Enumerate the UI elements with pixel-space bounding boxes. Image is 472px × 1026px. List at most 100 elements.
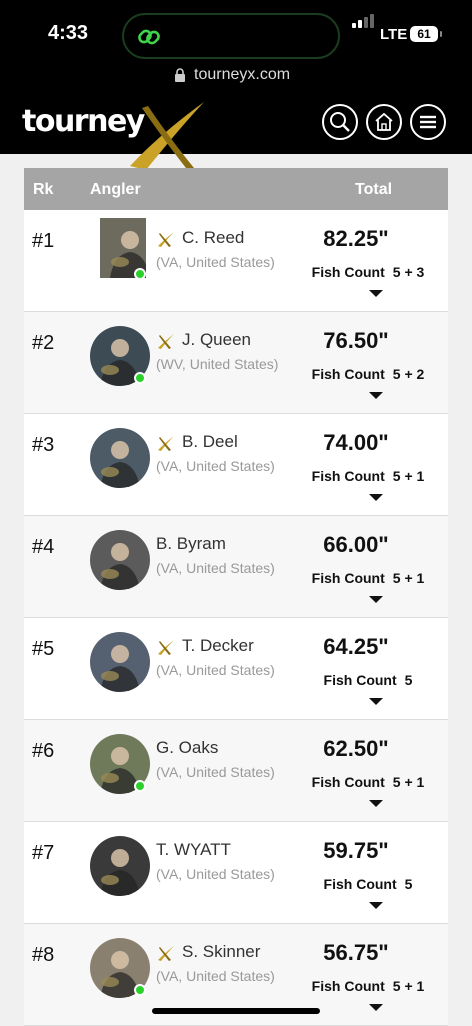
column-total: Total (355, 181, 393, 198)
angler-name[interactable]: G. Oaks (156, 738, 218, 758)
tourneyx-pro-icon (158, 232, 174, 247)
browser-url-bar[interactable]: tourneyx.com (0, 62, 472, 90)
fish-count-label: Fish Count (311, 570, 385, 586)
expand-caret-icon[interactable] (369, 1004, 383, 1011)
fish-count-value: 5 (404, 876, 413, 892)
rank-label: #2 (32, 332, 55, 354)
online-indicator (134, 780, 146, 792)
angler-name[interactable]: T. Decker (182, 636, 254, 656)
expand-caret-icon[interactable] (369, 902, 383, 909)
network-type: LTE (380, 26, 408, 43)
online-indicator (134, 268, 146, 280)
avatar[interactable] (90, 428, 150, 488)
fish-count-label: Fish Count (323, 876, 397, 892)
home-icon (375, 112, 393, 131)
rank-label: #5 (32, 638, 55, 660)
fish-count-value: 5 + 1 (392, 978, 425, 994)
tourneyx-pro-icon (158, 436, 174, 451)
table-row[interactable]: #6 G. Oaks (VA, United States) 62.50" Fish C… (24, 720, 448, 822)
fish-count: Fish Count 5 + 3 (288, 264, 448, 280)
table-row[interactable]: #7 T. WYATT (VA, United States) 59.75" Fish … (24, 822, 448, 924)
avatar[interactable] (90, 836, 150, 896)
total-length: 82.25" (323, 226, 389, 251)
total-length: 64.25" (323, 634, 389, 659)
angler-location: (VA, United States) (156, 560, 275, 576)
table-row[interactable]: #5 T. Decker (VA, United States) 64.25" Fish… (24, 618, 448, 720)
fish-count-label: Fish Count (311, 774, 385, 790)
angler-location: (VA, United States) (156, 764, 275, 780)
fish-count-value: 5 + 1 (392, 468, 425, 484)
fish-count-label: Fish Count (311, 978, 385, 994)
expand-caret-icon[interactable] (369, 494, 383, 501)
fish-count-value: 5 + 1 (392, 570, 425, 586)
angler-location: (VA, United States) (156, 458, 275, 474)
fish-count: Fish Count 5 + 1 (288, 468, 448, 484)
leaderboard-rows: #1 C. Reed (VA, United States) 82.25" Fish C… (24, 210, 448, 1026)
home-button[interactable] (366, 104, 402, 140)
table-row[interactable]: #4 B. Byram (VA, United States) 66.00" Fish … (24, 516, 448, 618)
total-length: 74.00" (323, 430, 389, 455)
rank-label: #7 (32, 842, 55, 864)
link-icon (138, 29, 160, 45)
table-row[interactable]: #1 C. Reed (VA, United States) 82.25" Fish C… (24, 210, 448, 312)
status-time: 4:33 (48, 22, 89, 44)
total-length: 76.50" (323, 328, 389, 353)
status-bar: 4:33 LTE 61 (0, 0, 472, 62)
tourneyx-pro-icon (158, 334, 174, 349)
fish-count-label: Fish Count (323, 672, 397, 688)
expand-caret-icon[interactable] (369, 392, 383, 399)
search-icon (330, 112, 350, 132)
fish-count-label: Fish Count (311, 264, 385, 280)
lock-icon (175, 68, 185, 82)
leaderboard-table: Rk Angler Total #1 C. Reed (VA, United Sta… (24, 168, 448, 1026)
fish-count-value: 5 + 2 (392, 366, 425, 382)
column-angler: Angler (90, 181, 141, 198)
fish-count: Fish Count 5 (288, 876, 448, 892)
fish-count-label: Fish Count (311, 468, 385, 484)
dynamic-island (122, 13, 340, 59)
rank-label: #4 (32, 536, 55, 558)
tourneyx-logo[interactable]: tourney (22, 102, 204, 170)
expand-caret-icon[interactable] (369, 596, 383, 603)
angler-location: (VA, United States) (156, 968, 275, 984)
angler-location: (VA, United States) (156, 254, 275, 270)
online-indicator (134, 984, 146, 996)
avatar-photo (90, 530, 150, 590)
avatar[interactable] (90, 530, 150, 590)
column-rank: Rk (33, 181, 54, 198)
home-indicator[interactable] (152, 1008, 320, 1014)
table-row[interactable]: #2 J. Queen (WV, United States) 76.50" Fish … (24, 312, 448, 414)
expand-caret-icon[interactable] (369, 800, 383, 807)
angler-name[interactable]: T. WYATT (156, 840, 231, 860)
total-length: 66.00" (323, 532, 389, 557)
fish-count: Fish Count 5 + 1 (288, 978, 448, 994)
angler-name[interactable]: C. Reed (182, 228, 244, 248)
angler-name[interactable]: B. Deel (182, 432, 238, 452)
search-button[interactable] (322, 104, 358, 140)
angler-name[interactable]: S. Skinner (182, 942, 260, 962)
fish-count: Fish Count 5 (288, 672, 448, 688)
url-text: tourneyx.com (194, 66, 291, 83)
fish-count: Fish Count 5 + 1 (288, 570, 448, 586)
menu-button[interactable] (410, 104, 446, 140)
total-length: 59.75" (323, 838, 389, 863)
table-header: Rk Angler Total (24, 168, 448, 210)
fish-count-value: 5 + 1 (392, 774, 425, 790)
total-length: 62.50" (323, 736, 389, 761)
tourneyx-pro-icon (158, 946, 174, 961)
tourneyx-pro-icon (158, 640, 174, 655)
rank-label: #3 (32, 434, 55, 456)
rank-label: #8 (32, 944, 55, 966)
angler-name[interactable]: B. Byram (156, 534, 226, 554)
avatar-photo (90, 836, 150, 896)
fish-count-value: 5 + 3 (392, 264, 425, 280)
avatar[interactable] (90, 632, 150, 692)
fish-count: Fish Count 5 + 2 (288, 366, 448, 382)
rank-label: #6 (32, 740, 55, 762)
expand-caret-icon[interactable] (369, 698, 383, 705)
expand-caret-icon[interactable] (369, 290, 383, 297)
angler-location: (VA, United States) (156, 662, 275, 678)
angler-name[interactable]: J. Queen (182, 330, 251, 350)
table-row[interactable]: #3 B. Deel (VA, United States) 74.00" Fish C… (24, 414, 448, 516)
angler-location: (VA, United States) (156, 866, 275, 882)
